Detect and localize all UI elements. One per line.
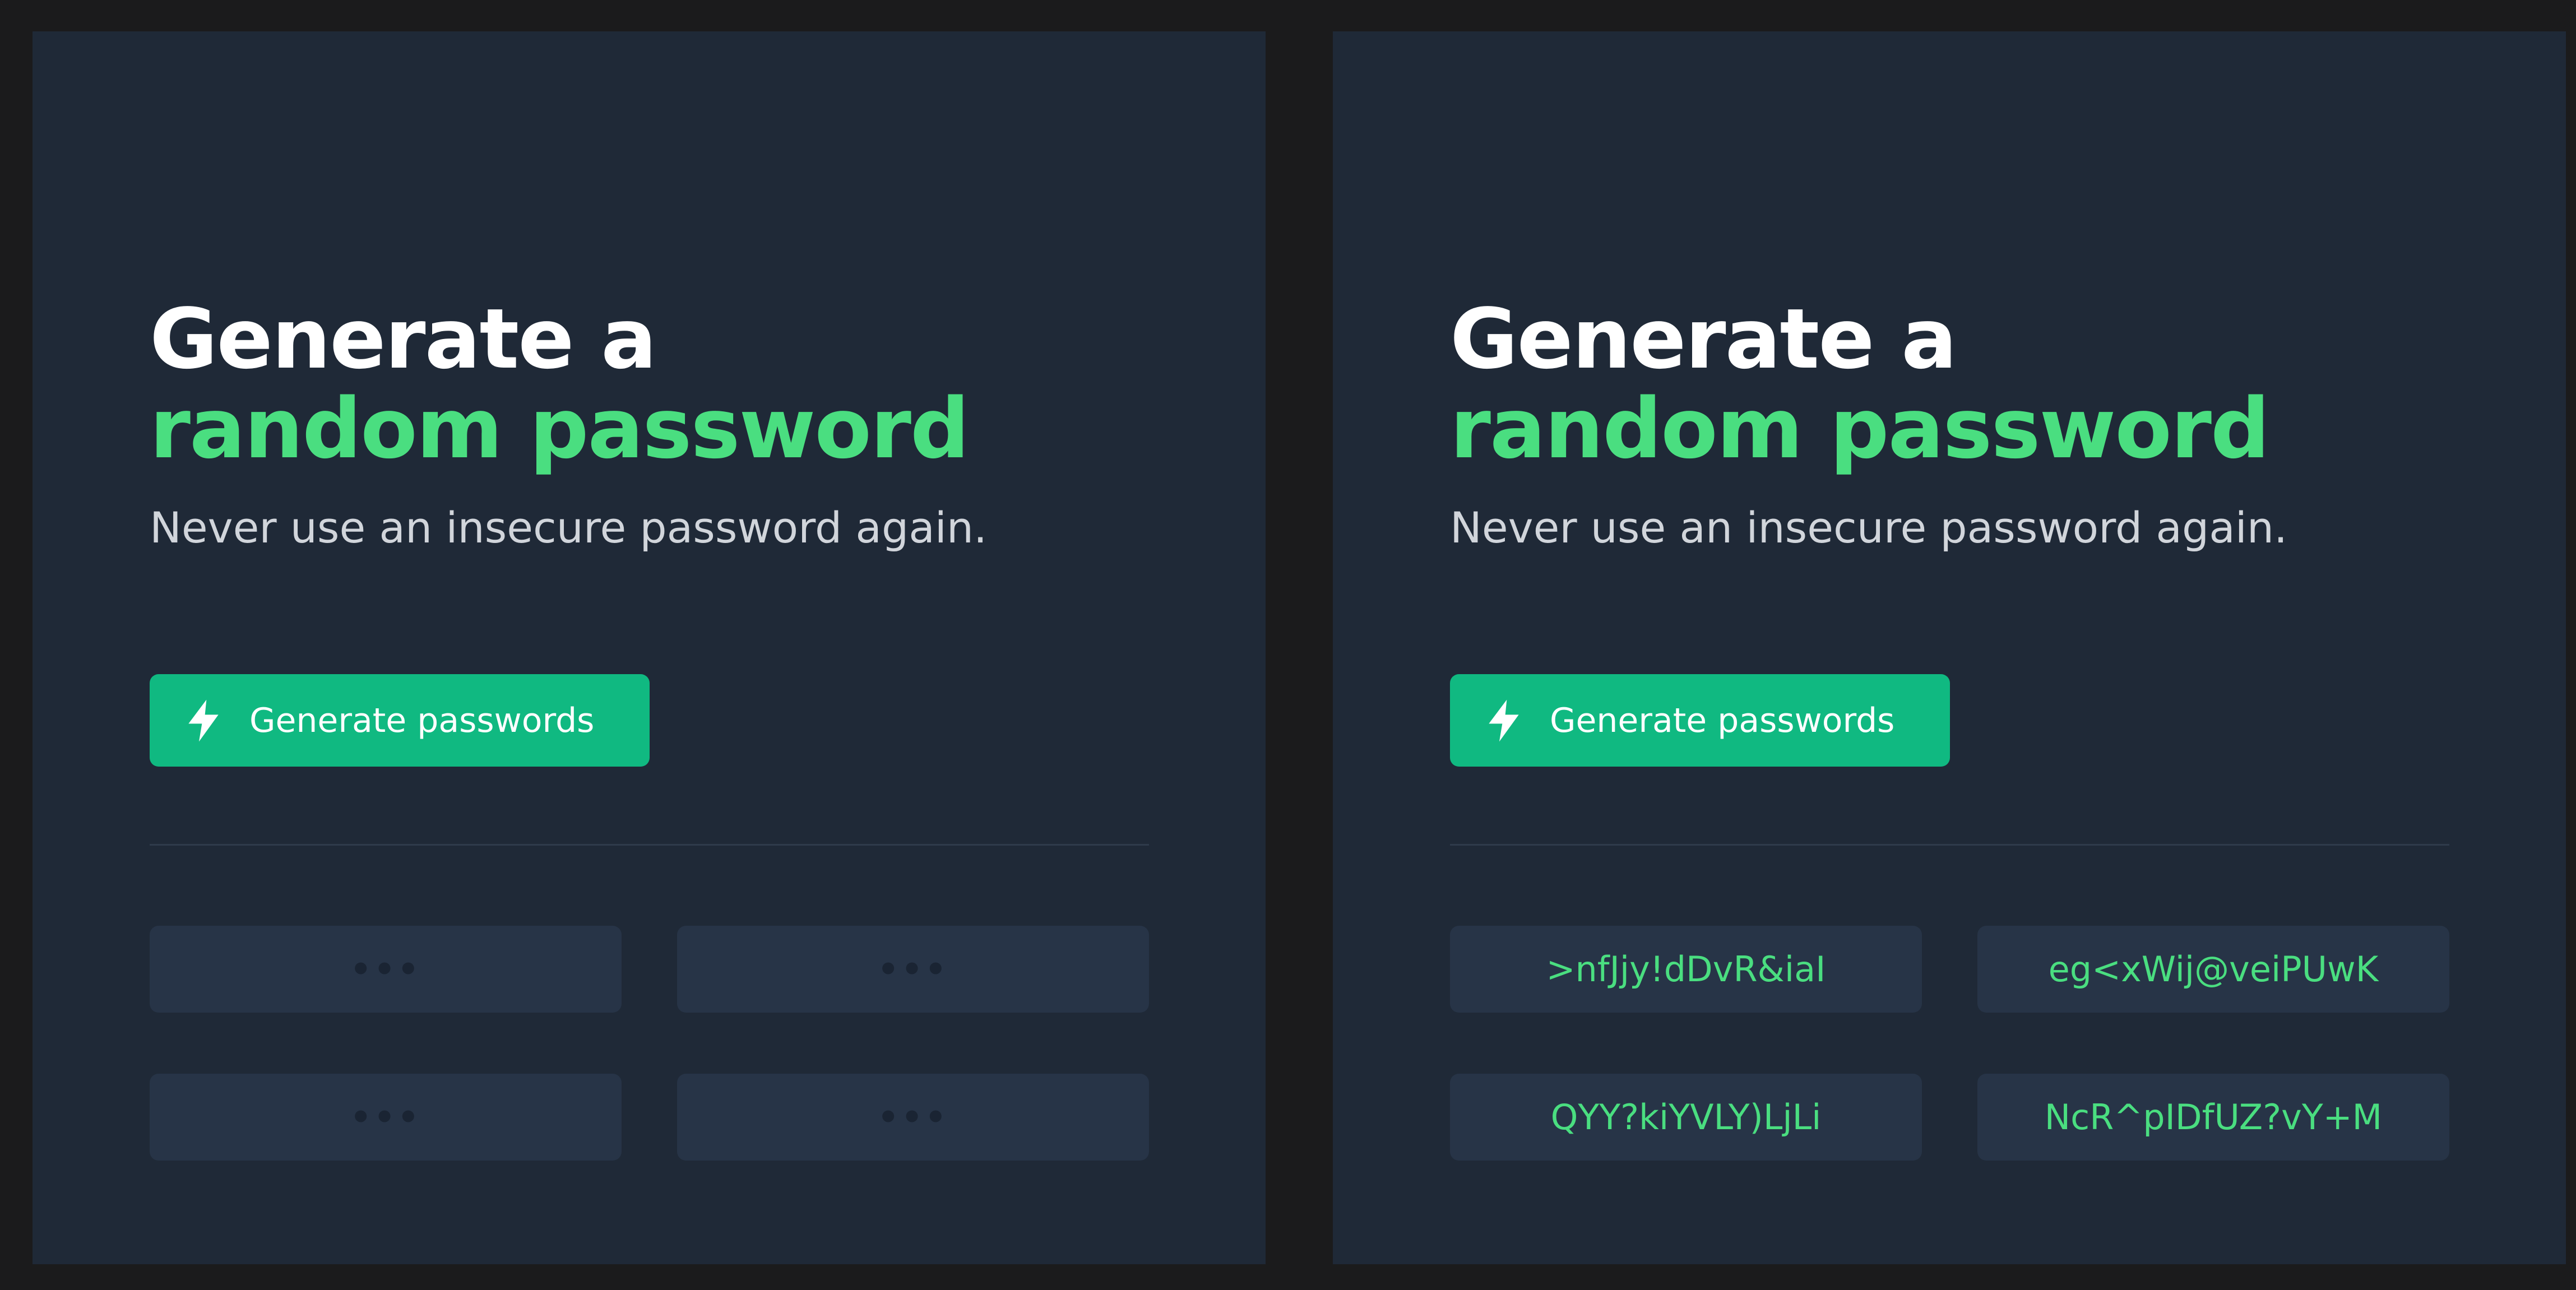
- password-output-2[interactable]: eg<xWij@veiPUwK: [1977, 926, 2449, 1013]
- password-generator-panel-generated: Generate a random password Never use an …: [1333, 31, 2566, 1264]
- generate-passwords-button[interactable]: Generate passwords: [150, 674, 650, 767]
- password-output-1[interactable]: >nfJjy!dDvR&iaI: [1450, 926, 1922, 1013]
- password-slot-1: •••: [150, 926, 622, 1013]
- panel-content: Generate a random password Never use an …: [1450, 31, 2449, 1264]
- title-line-2-highlight: random password: [150, 380, 970, 477]
- generate-passwords-label: Generate passwords: [1550, 700, 1895, 740]
- password-generator-panel-empty: Generate a random password Never use an …: [33, 31, 1266, 1264]
- divider: [1450, 844, 2449, 846]
- password-slot-3: •••: [150, 1074, 622, 1161]
- password-slot-4: •••: [677, 1074, 1149, 1161]
- subtitle: Never use an insecure password again.: [150, 503, 988, 553]
- title-line-1: Generate a: [150, 291, 657, 387]
- loading-dots: •••: [350, 1097, 421, 1137]
- loading-dots: •••: [877, 1097, 949, 1137]
- panel-content: Generate a random password Never use an …: [150, 31, 1149, 1264]
- loading-dots: •••: [877, 949, 949, 989]
- password-slot-2: •••: [677, 926, 1149, 1013]
- password-output-3[interactable]: QYY?kiYVLY)LjLi: [1450, 1074, 1922, 1161]
- subtitle: Never use an insecure password again.: [1450, 503, 2288, 553]
- generate-passwords-button[interactable]: Generate passwords: [1450, 674, 1950, 767]
- title-line-1: Generate a: [1450, 291, 1957, 387]
- generate-passwords-label: Generate passwords: [249, 700, 595, 740]
- divider: [150, 844, 1149, 846]
- title-line-2-highlight: random password: [1450, 380, 2270, 477]
- loading-dots: •••: [350, 949, 421, 989]
- bolt-icon: [186, 699, 221, 742]
- bolt-icon: [1486, 699, 1522, 742]
- password-output-4[interactable]: NcR^pIDfUZ?vY+M: [1977, 1074, 2449, 1161]
